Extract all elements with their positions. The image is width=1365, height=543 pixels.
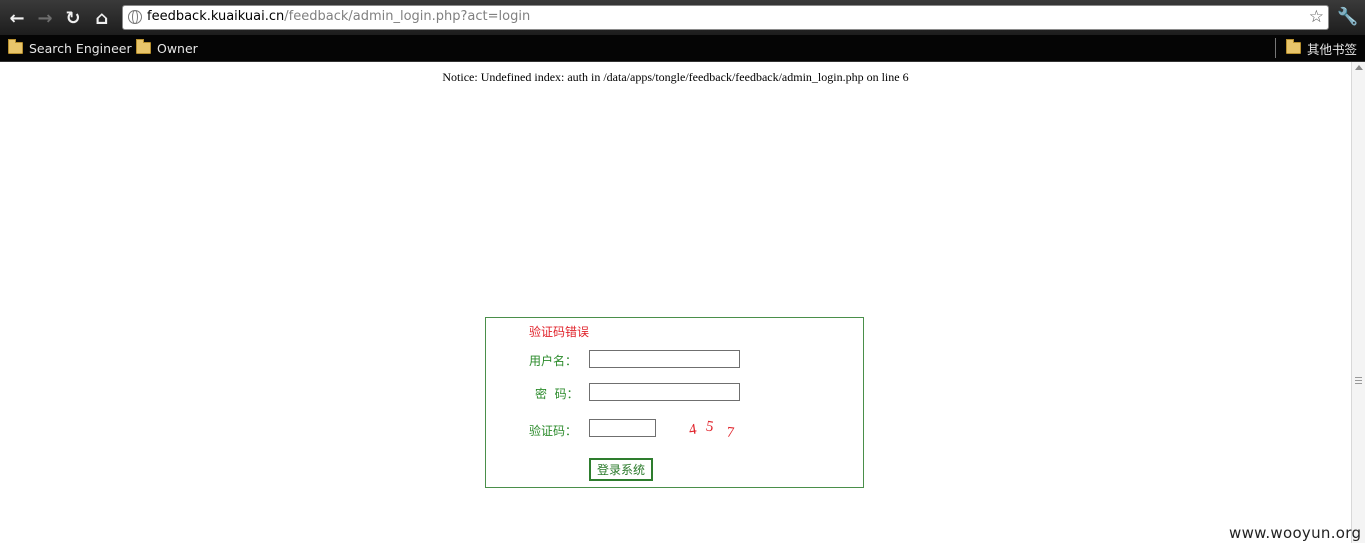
captcha-digit: 5 (704, 418, 714, 435)
captcha-input[interactable] (589, 419, 656, 437)
captcha-error-message: 验证码错误 (529, 325, 590, 339)
other-bookmarks-label: 其他书签 (1307, 41, 1358, 57)
url-host: feedback.kuaikuai.cn (147, 9, 285, 24)
password-label: 密 码： (535, 387, 579, 401)
wrench-icon[interactable]: 🔧 (1337, 6, 1359, 28)
username-input[interactable] (589, 350, 740, 368)
bookmarks-bar: Search Engineer Owner 其他书签 (0, 35, 1365, 62)
globe-icon (128, 10, 142, 24)
login-form: 验证码错误 用户名： 密 码： 验证码： 4 5 7 登录系统 (485, 317, 864, 488)
vertical-scrollbar[interactable] (1351, 62, 1365, 543)
scroll-grip (1355, 383, 1362, 384)
bookmark-label: Search Engineer (29, 40, 132, 56)
username-label: 用户名： (529, 354, 578, 368)
home-icon[interactable]: ⌂ (90, 6, 114, 30)
url-text[interactable]: feedback.kuaikuai.cn/feedback/admin_logi… (147, 9, 530, 24)
folder-icon (1286, 39, 1301, 54)
bookmark-label: Owner (157, 40, 198, 56)
address-bar[interactable]: feedback.kuaikuai.cn/feedback/admin_logi… (122, 5, 1329, 30)
captcha-digit: 4 (688, 422, 698, 439)
bookmark-star-icon[interactable]: ☆ (1309, 7, 1324, 27)
php-notice: Notice: Undefined index: auth in /data/a… (442, 70, 909, 84)
url-path: /feedback/admin_login.php?act=login (284, 9, 531, 24)
forward-icon[interactable]: → (33, 6, 57, 30)
captcha-image: 4 5 7 (688, 418, 736, 442)
other-bookmarks[interactable]: 其他书签 (1286, 39, 1357, 57)
scroll-grip (1355, 380, 1362, 381)
scroll-up-arrow-icon[interactable] (1355, 65, 1363, 70)
password-input[interactable] (589, 383, 740, 401)
watermark: www.wooyun.org (1229, 524, 1362, 542)
folder-icon (136, 39, 151, 54)
captcha-digit: 7 (726, 425, 736, 442)
bookmark-search-engineer[interactable]: Search Engineer (8, 39, 132, 57)
login-submit-button[interactable]: 登录系统 (589, 458, 653, 481)
captcha-label: 验证码： (529, 424, 578, 438)
reload-icon[interactable]: ↻ (61, 6, 85, 30)
browser-toolbar: ← → ↻ ⌂ feedback.kuaikuai.cn/feedback/ad… (0, 0, 1365, 35)
folder-icon (8, 39, 23, 54)
bookmark-separator (1275, 38, 1276, 58)
bookmark-owner[interactable]: Owner (136, 39, 198, 57)
back-icon[interactable]: ← (5, 6, 29, 30)
scroll-grip (1355, 377, 1362, 378)
